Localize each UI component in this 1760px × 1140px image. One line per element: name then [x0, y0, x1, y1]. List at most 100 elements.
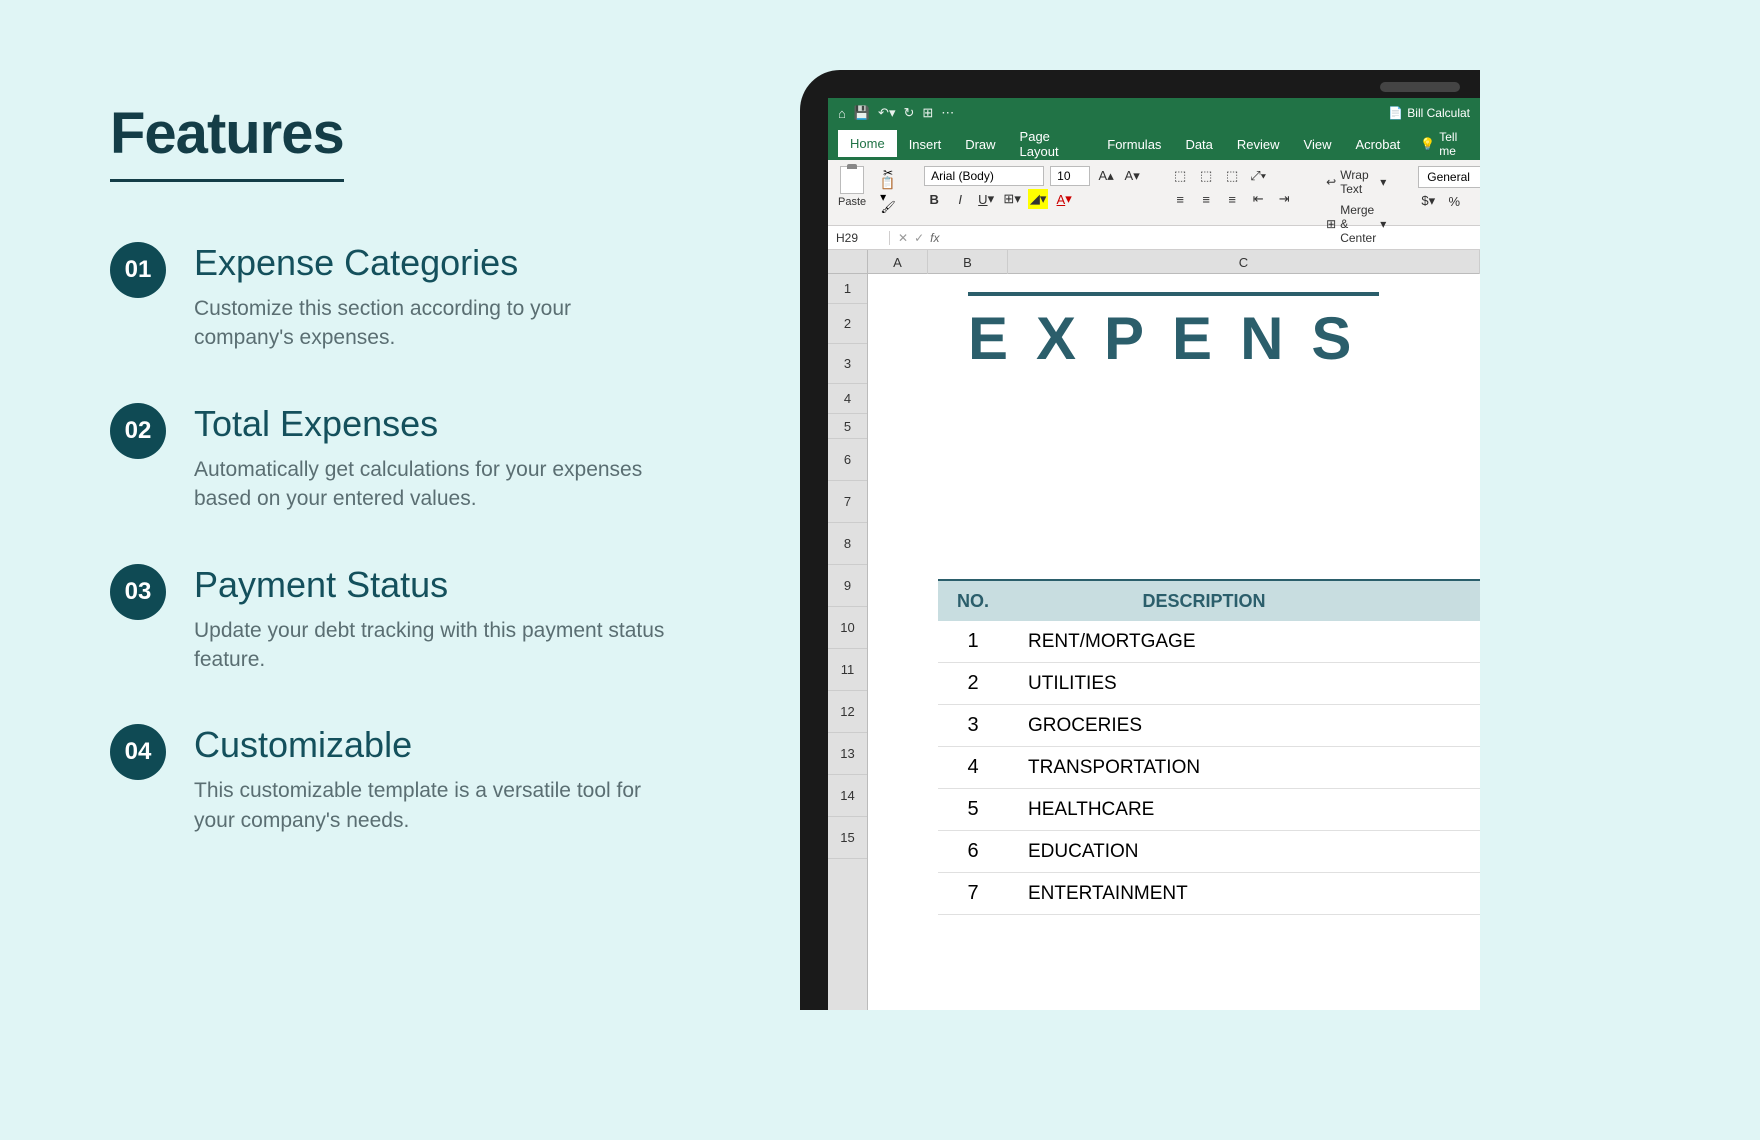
align-left-icon[interactable]: ≡	[1170, 189, 1190, 209]
align-bottom-icon[interactable]: ⬚	[1222, 166, 1242, 186]
merge-icon: ⊞	[1326, 217, 1336, 231]
table-row[interactable]: 7 ENTERTAINMENT	[938, 873, 1480, 915]
tab-formulas[interactable]: Formulas	[1095, 131, 1173, 158]
feature-desc: Customize this section according to your…	[194, 294, 670, 353]
row-header[interactable]: 5	[828, 414, 867, 439]
copy-icon[interactable]: 📋▾	[880, 183, 896, 197]
home-icon[interactable]: ⌂	[838, 106, 846, 121]
feature-item-1: 01 Expense Categories Customize this sec…	[110, 242, 670, 353]
table-row[interactable]: 4 TRANSPORTATION	[938, 747, 1480, 789]
paste-button[interactable]: Paste	[838, 166, 866, 208]
wrap-text-label: Wrap Text	[1340, 168, 1376, 196]
save-icon[interactable]: 💾	[854, 105, 870, 121]
number-format-select[interactable]: General	[1418, 166, 1480, 188]
touch-icon[interactable]: ⊞	[922, 105, 933, 121]
more-icon[interactable]: ⋯	[941, 105, 954, 121]
col-header-b[interactable]: B	[928, 250, 1008, 274]
th-no: NO.	[938, 591, 1008, 612]
row-header[interactable]: 9	[828, 565, 867, 607]
align-middle-icon[interactable]: ⬚	[1196, 166, 1216, 186]
tell-me-search[interactable]: 💡 Tell me	[1420, 130, 1470, 158]
table-row[interactable]: 6 EDUCATION	[938, 831, 1480, 873]
wrap-icon: ↩	[1326, 175, 1336, 189]
row-header[interactable]: 1	[828, 274, 867, 304]
name-box[interactable]: H29	[828, 231, 890, 245]
align-center-icon[interactable]: ≡	[1196, 189, 1216, 209]
chevron-down-icon: ▾	[1380, 217, 1386, 231]
ribbon-toolbar: Paste ✂ 📋▾ 🖌 Arial (Body) 10 A▴	[828, 160, 1480, 226]
cell-description: ENTERTAINMENT	[1008, 883, 1480, 905]
feature-item-2: 02 Total Expenses Automatically get calc…	[110, 403, 670, 514]
currency-icon[interactable]: $▾	[1418, 191, 1438, 211]
lightbulb-icon: 💡	[1420, 137, 1435, 151]
table-row[interactable]: 1 RENT/MORTGAGE	[938, 621, 1480, 663]
row-header[interactable]: 14	[828, 775, 867, 817]
row-header[interactable]: 4	[828, 384, 867, 414]
underline-button[interactable]: U▾	[976, 189, 996, 209]
font-color-button[interactable]: A▾	[1054, 189, 1074, 209]
feature-badge: 02	[110, 403, 166, 459]
sheet-content[interactable]: EXPENS NO. DESCRIPTION 1 RENT/MORTGAGE 2…	[868, 274, 1480, 957]
font-name-select[interactable]: Arial (Body)	[924, 166, 1044, 186]
tab-view[interactable]: View	[1292, 131, 1344, 158]
tab-data[interactable]: Data	[1173, 131, 1224, 158]
tab-acrobat[interactable]: Acrobat	[1343, 131, 1412, 158]
fill-color-button[interactable]: ◢▾	[1028, 189, 1048, 209]
row-header[interactable]: 15	[828, 817, 867, 859]
filename-text: Bill Calculat	[1407, 106, 1470, 120]
cell-no: 3	[938, 714, 1008, 737]
percent-icon[interactable]: %	[1444, 191, 1464, 211]
row-header[interactable]: 7	[828, 481, 867, 523]
select-all-corner[interactable]	[828, 250, 867, 274]
increase-indent-icon[interactable]: ⇥	[1274, 189, 1294, 209]
table-row[interactable]: 5 HEALTHCARE	[938, 789, 1480, 831]
row-header[interactable]: 2	[828, 304, 867, 344]
filename: 📄 Bill Calculat	[1388, 106, 1470, 120]
cell-description: EDUCATION	[1008, 841, 1480, 863]
table-row[interactable]: 2 UTILITIES	[938, 663, 1480, 705]
italic-button[interactable]: I	[950, 189, 970, 209]
tab-draw[interactable]: Draw	[953, 131, 1007, 158]
cell-no: 2	[938, 672, 1008, 695]
col-header-c[interactable]: C	[1008, 250, 1480, 274]
feature-badge: 01	[110, 242, 166, 298]
row-header[interactable]: 3	[828, 344, 867, 384]
row-header[interactable]: 8	[828, 523, 867, 565]
tab-insert[interactable]: Insert	[897, 131, 954, 158]
cell-description: HEALTHCARE	[1008, 799, 1480, 821]
align-top-icon[interactable]: ⬚	[1170, 166, 1190, 186]
cell-description: UTILITIES	[1008, 673, 1480, 695]
row-header[interactable]: 6	[828, 439, 867, 481]
row-header[interactable]: 12	[828, 691, 867, 733]
redo-icon[interactable]: ↻	[903, 105, 914, 121]
cell-description: TRANSPORTATION	[1008, 757, 1480, 779]
undo-icon[interactable]: ↶▾	[878, 105, 895, 121]
format-painter-icon[interactable]: 🖌	[880, 200, 896, 214]
increase-font-icon[interactable]: A▴	[1096, 166, 1116, 186]
border-button[interactable]: ⊞▾	[1002, 189, 1022, 209]
table-row[interactable]	[938, 915, 1480, 957]
wrap-text-button[interactable]: ↩ Wrap Text ▾	[1322, 166, 1390, 198]
decrease-indent-icon[interactable]: ⇤	[1248, 189, 1268, 209]
row-header[interactable]: 10	[828, 607, 867, 649]
cell-no: 4	[938, 756, 1008, 779]
tab-page-layout[interactable]: Page Layout	[1008, 123, 1096, 165]
th-description: DESCRIPTION	[1008, 591, 1480, 612]
feature-title: Expense Categories	[194, 242, 670, 284]
col-header-a[interactable]: A	[868, 250, 928, 274]
confirm-icon[interactable]: ✓	[914, 231, 924, 245]
orientation-icon[interactable]: ⤢▾	[1248, 166, 1268, 186]
tab-review[interactable]: Review	[1225, 131, 1292, 158]
features-panel: Features 01 Expense Categories Customize…	[110, 100, 670, 885]
font-size-select[interactable]: 10	[1050, 166, 1090, 186]
row-header[interactable]: 13	[828, 733, 867, 775]
row-header[interactable]: 11	[828, 649, 867, 691]
decrease-font-icon[interactable]: A▾	[1122, 166, 1142, 186]
bold-button[interactable]: B	[924, 189, 944, 209]
table-row[interactable]: 3 GROCERIES	[938, 705, 1480, 747]
file-icon: 📄	[1388, 106, 1403, 120]
align-right-icon[interactable]: ≡	[1222, 189, 1242, 209]
cancel-icon[interactable]: ✕	[898, 231, 908, 245]
merge-center-button[interactable]: ⊞ Merge & Center ▾	[1322, 201, 1390, 247]
tab-home[interactable]: Home	[838, 130, 897, 159]
